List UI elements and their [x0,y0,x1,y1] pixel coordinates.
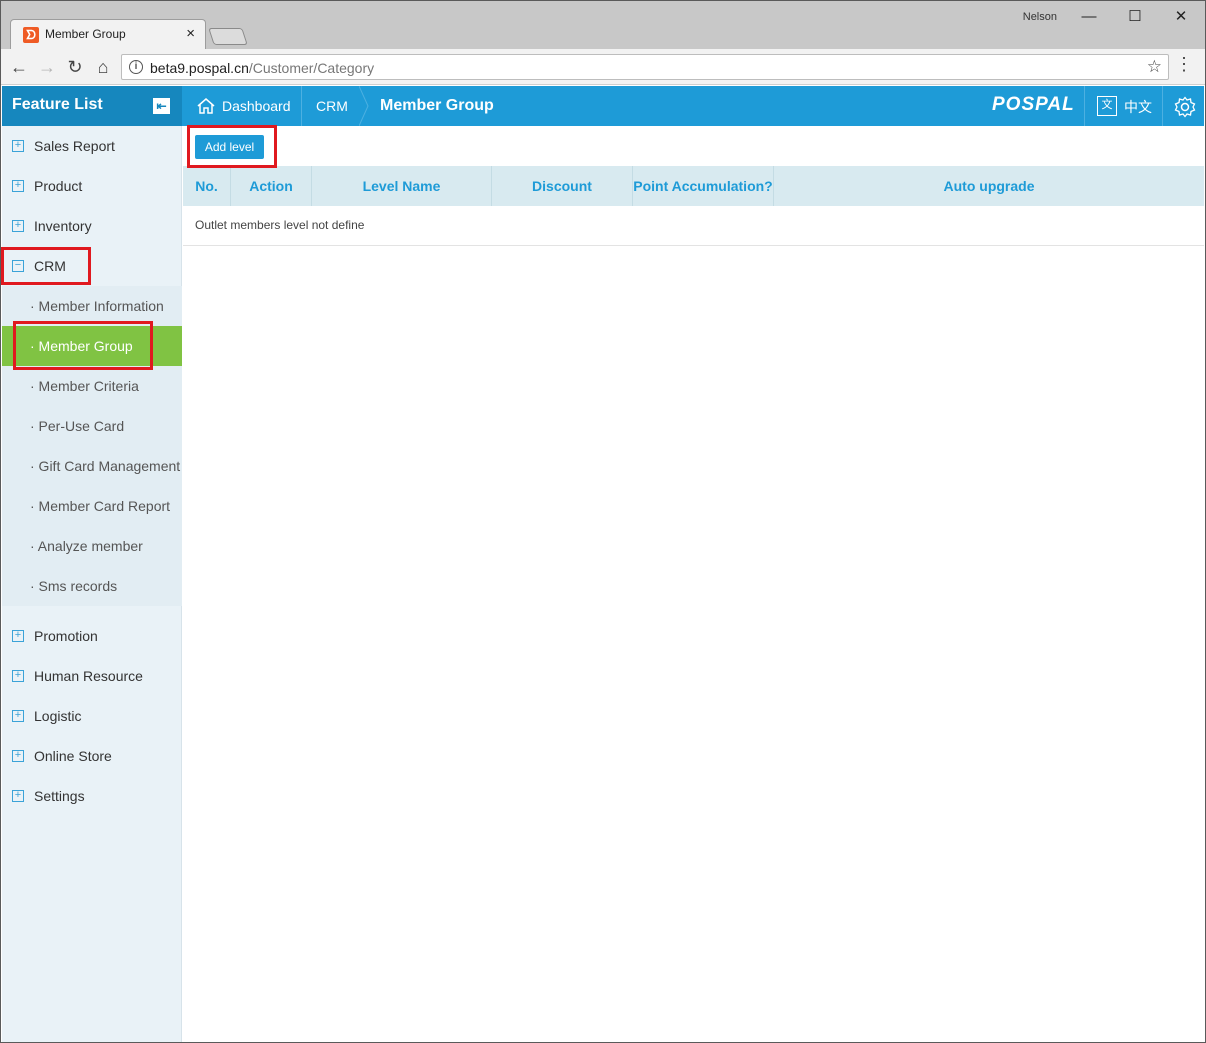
sidebar-item-label: Promotion [34,628,98,644]
feature-list-bar: Feature List ⇤ [2,86,182,126]
browser-window: ᗤ Member Group × Nelson — ☐ ✕ ← → ↻ ⌂ i … [0,0,1206,1043]
column-header-auto-upgrade: Auto upgrade [943,178,1035,194]
breadcrumb-chevron-icon [359,86,369,126]
expand-plus-icon: + [12,790,24,802]
sidebar-item-human-resource[interactable]: + Human Resource [2,656,182,696]
submenu-label: · Sms records [30,578,118,594]
submenu-sms-records[interactable]: · Sms records [2,566,182,606]
gear-icon[interactable] [1174,96,1196,118]
expand-plus-icon: + [12,140,24,152]
bookmark-star-icon[interactable]: ☆ [1147,57,1162,77]
sidebar-item-label: Online Store [34,748,112,764]
highlight-box-add-level [187,125,277,168]
submenu-label: · Member Information [30,298,164,314]
url-text[interactable]: beta9.pospal.cn/Customer/Category [150,60,374,76]
submenu-label: · Analyze member [30,538,143,554]
sidebar-item-label: Logistic [34,708,82,724]
expand-plus-icon: + [12,710,24,722]
sidebar-item-sales-report[interactable]: + Sales Report [2,126,182,166]
forward-icon[interactable]: → [35,55,59,79]
browser-tab[interactable]: ᗤ Member Group × [10,19,206,49]
language-switch[interactable]: 中文 [1124,97,1152,117]
highlight-box-crm [1,247,91,285]
column-header-no: No. [183,166,231,206]
empty-message: Outlet members level not define [195,218,365,232]
sidebar-item-product[interactable]: + Product [2,166,182,206]
sidebar-item-settings[interactable]: + Settings [2,776,182,816]
sidebar-item-logistic[interactable]: + Logistic [2,696,182,736]
reload-icon[interactable]: ↻ [63,55,87,79]
expand-plus-icon: + [12,750,24,762]
home-button-icon[interactable]: ⌂ [91,55,115,79]
submenu-per-use-card[interactable]: · Per-Use Card [2,406,182,446]
submenu-label: · Gift Card Management [30,458,181,474]
sidebar-item-online-store[interactable]: + Online Store [2,736,182,776]
main-content: Add level No. Action Level Name Discount… [183,126,1204,1042]
pospal-favicon-icon: ᗤ [23,27,39,43]
column-header-discount: Discount [492,166,633,206]
profile-name[interactable]: Nelson [1023,11,1057,23]
sidebar-item-label: Product [34,178,83,194]
sidebar-item-label: Sales Report [34,138,115,154]
column-header-action: Action [231,166,312,206]
empty-table-row: Outlet members level not define [183,206,1204,246]
column-header-level-name: Level Name [312,166,492,206]
submenu-label: · Member Card Report [30,498,171,514]
sidebar-item-promotion[interactable]: + Promotion [2,616,182,656]
close-window-icon[interactable]: ✕ [1161,6,1201,28]
page-title: Member Group [380,97,494,114]
submenu-member-information[interactable]: · Member Information [2,286,182,326]
feature-list-title: Feature List [12,96,103,113]
collapse-sidebar-icon[interactable]: ⇤ [153,98,170,114]
tab-title: Member Group [45,27,126,41]
maximize-icon[interactable]: ☐ [1115,6,1155,28]
address-bar[interactable]: i beta9.pospal.cn/Customer/Category ☆ [121,54,1169,80]
submenu-member-card-report[interactable]: · Member Card Report [2,486,182,526]
expand-plus-icon: + [12,670,24,682]
highlight-box-member-group [13,321,153,370]
expand-plus-icon: + [12,630,24,642]
table-header: No. Action Level Name Discount Point Acc… [183,166,1204,206]
language-icon[interactable]: 文 [1097,96,1117,116]
header-divider [1162,86,1163,126]
sidebar-item-inventory[interactable]: + Inventory [2,206,182,246]
header-divider [1084,86,1085,126]
sidebar-item-label: Settings [34,788,85,804]
back-icon[interactable]: ← [7,55,31,79]
breadcrumb-crm[interactable]: CRM [316,86,348,126]
browser-toolbar: ← → ↻ ⌂ i beta9.pospal.cn/Customer/Categ… [1,49,1205,85]
browser-menu-icon[interactable]: ⋮ [1175,54,1193,75]
sidebar-item-label: Human Resource [34,668,143,684]
minimize-icon[interactable]: — [1069,6,1109,28]
home-icon[interactable] [196,97,216,115]
submenu-analyze-member[interactable]: · Analyze member [2,526,182,566]
submenu-label: · Member Criteria [30,378,139,394]
expand-plus-icon: + [12,220,24,232]
submenu-gift-card-management[interactable]: · Gift Card Management [2,446,182,486]
expand-plus-icon: + [12,180,24,192]
submenu-label: · Per-Use Card [30,418,125,434]
new-tab-button[interactable] [208,28,248,45]
info-icon[interactable]: i [129,60,143,74]
breadcrumb-dashboard[interactable]: Dashboard [222,86,291,126]
pospal-logo: POSPAL [992,94,1075,115]
column-header-point-accumulation: Point Accumulation? [633,166,774,206]
app-header: Feature List ⇤ Dashboard CRM Member Grou… [2,86,1204,126]
breadcrumb-divider [301,86,302,126]
sidebar-item-label: Inventory [34,218,92,234]
title-bar: ᗤ Member Group × Nelson — ☐ ✕ [1,1,1205,49]
tab-close-icon[interactable]: × [186,25,195,42]
submenu-member-criteria[interactable]: · Member Criteria [2,366,182,406]
